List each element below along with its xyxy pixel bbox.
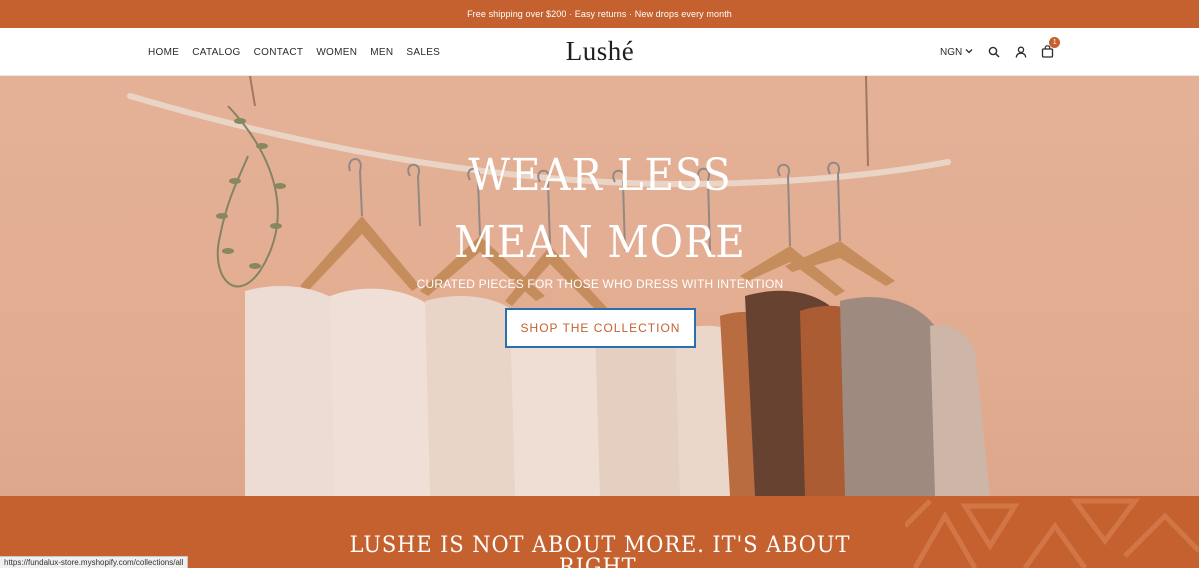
nav-catalog[interactable]: CATALOG — [192, 47, 240, 58]
main-nav: HOME CATALOG CONTACT WOMEN MEN SALES — [148, 28, 440, 76]
tribal-pattern-decoration — [905, 498, 1199, 568]
brand-logo[interactable]: Lushé — [520, 34, 680, 68]
search-icon[interactable] — [987, 45, 1001, 59]
announcement-text: Free shipping over $200 · Easy returns ·… — [467, 9, 732, 19]
nav-contact[interactable]: CONTACT — [254, 47, 304, 58]
cart-count-badge: 1 — [1049, 37, 1061, 48]
user-icon[interactable] — [1014, 45, 1028, 59]
chevron-down-icon — [965, 47, 973, 58]
currency-selector[interactable]: NGN — [940, 47, 973, 58]
brand-statement-text: LUSHE IS NOT ABOUT MORE. IT'S ABOUT RIGH… — [349, 533, 851, 568]
nav-home[interactable]: HOME — [148, 47, 179, 58]
hero-banner: WEAR LESS MEAN MORE CURATED PIECES FOR T… — [0, 76, 1199, 496]
browser-status-url: https://fundalux-store.myshopify.com/col… — [0, 556, 189, 568]
nav-women[interactable]: WOMEN — [316, 47, 357, 58]
cart-button[interactable]: 1 — [1041, 37, 1061, 59]
announcement-bar: Free shipping over $200 · Easy returns ·… — [0, 0, 1199, 28]
hero-headline-line1: WEAR LESS — [468, 150, 732, 201]
nav-men[interactable]: MEN — [370, 47, 393, 58]
header-tools: NGN 1 — [940, 28, 1061, 76]
nav-sales[interactable]: SALES — [406, 47, 440, 58]
shop-collection-button[interactable]: SHOP THE COLLECTION — [505, 308, 696, 348]
hero-headline-line2: MEAN MORE — [454, 217, 746, 268]
hero-subheading: CURATED PIECES FOR THOSE WHO DRESS WITH … — [416, 277, 784, 291]
currency-label: NGN — [940, 46, 963, 58]
site-header: HOME CATALOG CONTACT WOMEN MEN SALES Lus… — [0, 28, 1199, 76]
